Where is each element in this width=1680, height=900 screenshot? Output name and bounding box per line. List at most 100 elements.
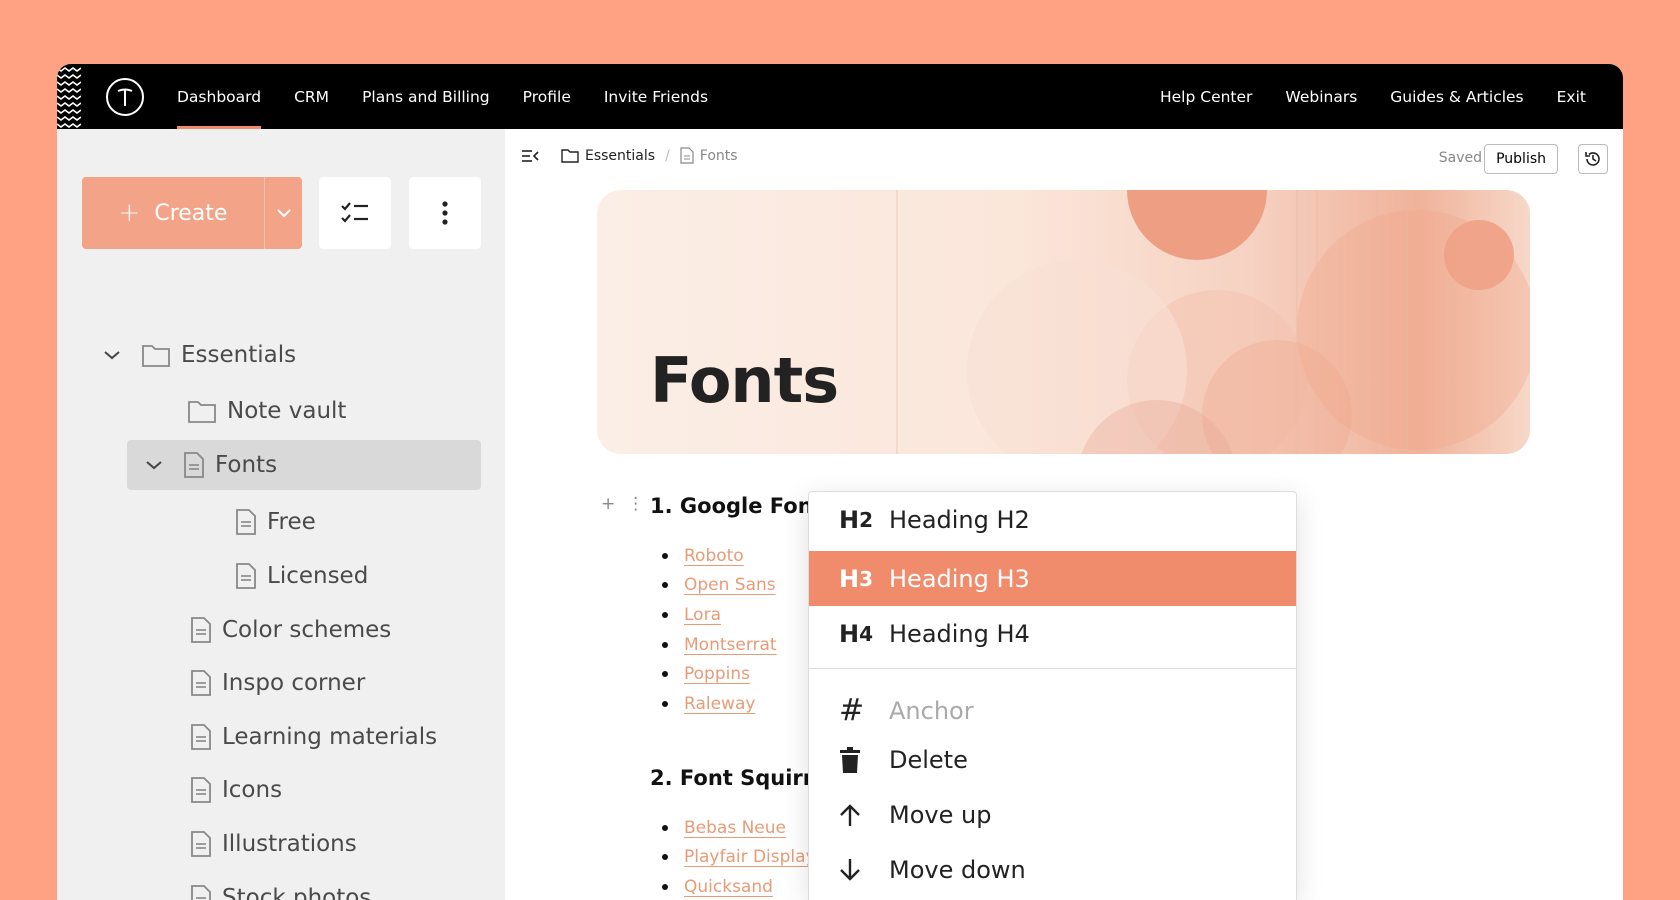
heading-h3-icon: H3 [839,564,874,593]
tree-item-licensed[interactable]: Licensed [235,551,368,601]
font-link-lora[interactable]: Lora [684,605,721,625]
block-context-menu: H2 Heading H2 H3 Heading H3 H4 Heading H… [808,491,1297,900]
chevron-down-icon [276,209,291,218]
page-title[interactable]: Fonts [650,344,839,417]
tree-item-free[interactable]: Free [235,497,316,547]
font-link-montserrat[interactable]: Montserrat [684,635,777,655]
list-item: Roboto [650,541,777,571]
tree-item-note-vault[interactable]: Note vault [187,386,346,436]
tree-item-label: Icons [222,777,283,803]
tree-item-label: Free [267,509,316,535]
create-button[interactable]: + Create [82,177,302,249]
section-heading-font-squirrel[interactable]: 2. Font Squirrel [650,766,835,790]
page-icon [235,562,257,590]
breadcrumb-essentials[interactable]: Essentials [585,148,655,164]
editor-toolbar: Essentials / Fonts Saved Publish [505,129,1623,193]
menu-item-label: Move up [889,800,992,829]
app-window: Dashboard CRM Plans and Billing Profile … [57,64,1623,900]
nav-invite-friends[interactable]: Invite Friends [604,64,708,129]
heading-h4-icon: H4 [839,619,874,648]
tree-item-label: Licensed [267,563,369,589]
font-link-bebas-neue[interactable]: Bebas Neue [684,818,786,838]
save-status: Saved [1438,150,1482,166]
menu-divider [809,668,1296,669]
add-block-icon[interactable]: + [601,494,615,514]
trash-icon [809,746,889,773]
nav-dashboard[interactable]: Dashboard [177,64,262,129]
chevron-down-icon[interactable] [103,350,127,360]
breadcrumb-fonts[interactable]: Fonts [700,148,738,164]
menu-item-anchor[interactable]: # Anchor [809,683,1296,738]
nav-guides-articles[interactable]: Guides & Articles [1390,64,1523,129]
tree-item-illustrations[interactable]: Illustrations [190,819,357,869]
menu-item-delete[interactable]: Delete [809,732,1296,787]
page-icon [183,451,205,479]
collapse-sidebar-icon[interactable] [521,149,539,163]
google-fonts-list: Roboto Open Sans Lora Montserrat Poppins… [650,541,777,719]
checklist-button[interactable] [319,177,391,249]
nav-crm[interactable]: CRM [294,64,329,129]
font-link-raleway[interactable]: Raleway [684,694,755,714]
tree-item-essentials[interactable]: Essentials [103,330,296,380]
folder-icon [187,398,217,424]
tree-item-label: Learning materials [222,724,438,750]
menu-item-heading-h3[interactable]: H3 Heading H3 [809,551,1296,606]
page-icon [190,723,212,751]
history-icon [1585,152,1600,166]
nav-plans-and-billing[interactable]: Plans and Billing [362,64,490,129]
font-link-poppins[interactable]: Poppins [684,664,750,684]
zigzag-pattern-icon [57,67,81,128]
arrow-down-icon [809,858,889,882]
breadcrumb-separator: / [665,147,670,164]
list-item: Poppins [650,659,777,689]
chevron-down-icon[interactable] [145,460,169,470]
menu-item-label: Move down [889,855,1026,884]
tree-item-color-schemes[interactable]: Color schemes [190,605,391,655]
tree-item-label: Essentials [181,342,297,368]
page-icon [680,147,694,164]
nav-webinars[interactable]: Webinars [1285,64,1357,129]
nav-profile[interactable]: Profile [523,64,571,129]
app-logo-icon[interactable] [106,78,144,116]
nav-help-center[interactable]: Help Center [1160,64,1252,129]
font-link-playfair-display[interactable]: Playfair Display [684,847,816,867]
checklist-icon [341,202,368,223]
menu-item-label: Anchor [889,696,974,725]
tree-item-inspo-corner[interactable]: Inspo corner [190,658,365,708]
block-tools: + ⋮ [601,494,644,514]
create-main-button[interactable]: + Create [82,177,264,249]
hash-icon: # [839,693,865,728]
list-item: Bebas Neue [650,813,816,843]
list-item: Montserrat [650,630,777,660]
font-link-quicksand[interactable]: Quicksand [684,877,773,897]
tree-item-label: Note vault [227,398,347,424]
drag-handle-icon[interactable]: ⋮ [627,494,644,514]
top-navigation-bar: Dashboard CRM Plans and Billing Profile … [57,64,1623,129]
history-button[interactable] [1578,144,1608,174]
page-icon [190,616,212,644]
publish-button[interactable]: Publish [1484,144,1558,174]
folder-icon [141,342,171,368]
page-icon [190,830,212,858]
tree-item-label: Color schemes [222,617,392,643]
arrow-up-icon [809,803,889,827]
font-link-open-sans[interactable]: Open Sans [684,575,776,595]
tree-item-stock-photos[interactable]: Stock photos [190,873,371,900]
font-link-roboto[interactable]: Roboto [684,546,744,566]
menu-item-move-down[interactable]: Move down [809,842,1296,897]
create-dropdown-toggle[interactable] [264,177,302,249]
menu-item-heading-h2[interactable]: H2 Heading H2 [809,492,1296,547]
nav-exit[interactable]: Exit [1557,64,1586,129]
page-icon [235,508,257,536]
page-icon [190,776,212,804]
menu-item-move-up[interactable]: Move up [809,787,1296,842]
tree-item-icons[interactable]: Icons [190,765,282,815]
tree-item-label: Inspo corner [222,670,366,696]
tree-item-learning-materials[interactable]: Learning materials [190,712,437,762]
sidebar: + Create Essentials Note vault Fonts Fre… [57,129,505,900]
menu-item-heading-h4[interactable]: H4 Heading H4 [809,606,1296,661]
more-options-button[interactable] [409,177,481,249]
tree-item-fonts[interactable]: Fonts [127,440,481,490]
font-squirrel-list: Bebas Neue Playfair Display Quicksand [650,813,816,900]
vertical-dots-icon [442,201,448,225]
